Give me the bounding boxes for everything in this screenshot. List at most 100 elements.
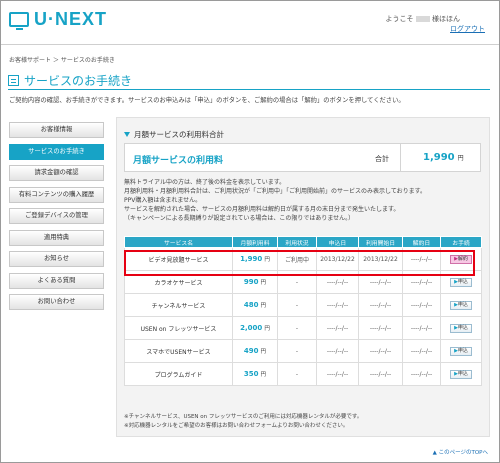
- col-apply-date: 申込日: [316, 236, 359, 248]
- action-cell: ▶申込: [440, 316, 482, 340]
- tv-icon: [9, 12, 29, 30]
- cancel-date: ----/--/--: [402, 293, 441, 317]
- table-row: プログラムガイド 350 円 - ----/--/-- ----/--/-- --…: [124, 362, 482, 386]
- start-date: ----/--/--: [358, 362, 403, 386]
- cancel-date: ----/--/--: [402, 339, 441, 363]
- breadcrumb: お客様サポート ＞ サービスのお手続き: [9, 57, 115, 64]
- service-status: ご利用中: [277, 247, 317, 271]
- sidebar-item-faq[interactable]: よくある質問: [9, 272, 104, 289]
- apply-date: ----/--/--: [316, 293, 359, 317]
- logo-text: U·NEXT: [34, 9, 107, 29]
- service-name: USEN on フレッツサービス: [124, 316, 233, 340]
- service-name: スマホでUSENサービス: [124, 339, 233, 363]
- note-line: サービスを解約された場合、サービスの月額利用料は解約日が属する月の末日分まで発生…: [124, 206, 400, 213]
- apply-button[interactable]: ▶申込: [450, 323, 472, 333]
- start-date: ----/--/--: [358, 316, 403, 340]
- sidebar-item-billing[interactable]: 請求金額の確認: [9, 165, 104, 181]
- welcome-suffix: 様ほほん: [432, 15, 460, 23]
- service-status: -: [277, 362, 317, 386]
- start-date: ----/--/--: [358, 293, 403, 317]
- sidebar-item-service-procedures[interactable]: サービスのお手続き: [9, 143, 104, 160]
- monthly-fee-summary: 月額サービスの利用料 合計 1,990 円: [124, 143, 481, 172]
- apply-button[interactable]: ▶申込: [450, 369, 472, 379]
- list-icon: [8, 75, 19, 86]
- col-start-date: 利用開始日: [358, 236, 403, 248]
- sidebar-item-contact[interactable]: お問い合わせ: [9, 294, 104, 310]
- apply-date: ----/--/--: [316, 316, 359, 340]
- username-redacted: [415, 16, 430, 22]
- sidebar-item-benefits[interactable]: 適用特典: [9, 229, 104, 246]
- col-status: 利用状況: [277, 236, 317, 248]
- col-fee: 月額利用料: [232, 236, 278, 248]
- service-status: -: [277, 293, 317, 317]
- unext-logo[interactable]: U·NEXT: [9, 9, 107, 30]
- table-row: チャンネルサービス 480 円 - ----/--/-- ----/--/-- -…: [124, 293, 482, 317]
- cancel-date: ----/--/--: [402, 362, 441, 386]
- triangle-down-icon: [124, 132, 130, 137]
- table-row: ビデオ見放題サービス 1,990 円 ご利用中 2013/12/22 2013/1…: [124, 247, 482, 271]
- intro-text: ご契約内容の確認、お手続きができます。サービスのお申込みは「申込」のボタンを、ご…: [9, 97, 405, 104]
- table-header-row: サービス名 月額利用料 利用状況 申込日 利用開始日 解約日 お手続: [124, 236, 482, 248]
- service-status: -: [277, 316, 317, 340]
- footnote-line: ※チャンネルサービス、USEN on フレッツサービスのご利用には対応機器レンタ…: [124, 414, 363, 420]
- footnotes: ※チャンネルサービス、USEN on フレッツサービスのご利用には対応機器レンタ…: [124, 413, 362, 430]
- services-table: サービス名 月額利用料 利用状況 申込日 利用開始日 解約日 お手続 ビデオ見放…: [124, 236, 482, 386]
- note-line: 無料トライアル中の方は、終了後の料金を表示しています。: [124, 179, 286, 186]
- sidebar-item-notices[interactable]: お知らせ: [9, 251, 104, 267]
- page-top-link[interactable]: ▲ このページのTOPへ: [433, 448, 488, 456]
- service-name: プログラムガイド: [124, 362, 233, 386]
- sidebar-item-devices[interactable]: ご登録デバイスの管理: [9, 208, 104, 224]
- apply-date: 2013/12/22: [316, 247, 359, 271]
- notes: 無料トライアル中の方は、終了後の料金を表示しています。 月額利用料・月額利用料合…: [124, 178, 426, 223]
- apply-button[interactable]: ▶申込: [450, 277, 472, 287]
- table-row: スマホでUSENサービス 490 円 - ----/--/-- ----/--/-…: [124, 339, 482, 363]
- service-status: -: [277, 270, 317, 294]
- col-action: お手続: [440, 236, 482, 248]
- summary-label: 月額サービスの利用料: [133, 156, 224, 166]
- note-line: 月額利用料・月額利用料合計は、ご利用状況が「ご利用中」「ご利用開始前」のサービス…: [124, 188, 427, 195]
- section-heading: 月額サービスの利用料合計: [124, 129, 224, 140]
- service-name: チャンネルサービス: [124, 293, 233, 317]
- apply-button[interactable]: ▶申込: [450, 300, 472, 310]
- total-value: 1,990 円: [423, 152, 464, 163]
- logout-link[interactable]: ログアウト: [450, 24, 485, 34]
- service-fee: 1,990 円: [232, 247, 278, 271]
- apply-date: ----/--/--: [316, 362, 359, 386]
- action-cell: ▶申込: [440, 339, 482, 363]
- service-fee: 480 円: [232, 293, 278, 317]
- service-fee: 2,000 円: [232, 316, 278, 340]
- header-divider: [1, 44, 499, 45]
- apply-button[interactable]: ▶申込: [450, 346, 472, 356]
- start-date: ----/--/--: [358, 339, 403, 363]
- footnote-line: ※対応機器レンタルをご希望のお客様はお問い合わせフォームよりお問い合わせください…: [124, 422, 349, 429]
- cancel-date: ----/--/--: [402, 316, 441, 340]
- title-underline: [8, 89, 490, 90]
- section-heading-text: 月額サービスの利用料合計: [134, 130, 224, 139]
- service-status: -: [277, 339, 317, 363]
- start-date: 2013/12/22: [358, 247, 403, 271]
- welcome-message: ようこそ 様ほほん: [386, 14, 460, 24]
- sidebar: お客様情報 サービスのお手続き 請求金額の確認 有料コンテンツの購入履歴 ご登録…: [9, 122, 104, 316]
- apply-date: ----/--/--: [316, 339, 359, 363]
- cancel-date: ----/--/--: [402, 247, 441, 271]
- service-name: カラオケサービス: [124, 270, 233, 294]
- service-name: ビデオ見放題サービス: [124, 247, 233, 271]
- cancel-button[interactable]: ▶解約: [450, 254, 472, 264]
- col-cancel-date: 解約日: [402, 236, 441, 248]
- service-fee: 990 円: [232, 270, 278, 294]
- note-line: （キャンペーンによる長期縛りが設定されている場合は、この限りではありません。）: [124, 215, 355, 222]
- action-cell: ▶申込: [440, 293, 482, 317]
- service-fee: 490 円: [232, 339, 278, 363]
- start-date: ----/--/--: [358, 270, 403, 294]
- page-title: サービスのお手続き: [8, 72, 132, 89]
- action-cell: ▶解約: [440, 247, 482, 271]
- action-cell: ▶申込: [440, 270, 482, 294]
- col-service: サービス名: [124, 236, 233, 248]
- service-fee: 350 円: [232, 362, 278, 386]
- sidebar-item-customer-info[interactable]: お客様情報: [9, 122, 104, 138]
- cancel-date: ----/--/--: [402, 270, 441, 294]
- table-row: カラオケサービス 990 円 - ----/--/-- ----/--/-- --…: [124, 270, 482, 294]
- action-cell: ▶申込: [440, 362, 482, 386]
- welcome-prefix: ようこそ: [385, 15, 414, 23]
- sidebar-item-purchase-history[interactable]: 有料コンテンツの購入履歴: [9, 186, 104, 203]
